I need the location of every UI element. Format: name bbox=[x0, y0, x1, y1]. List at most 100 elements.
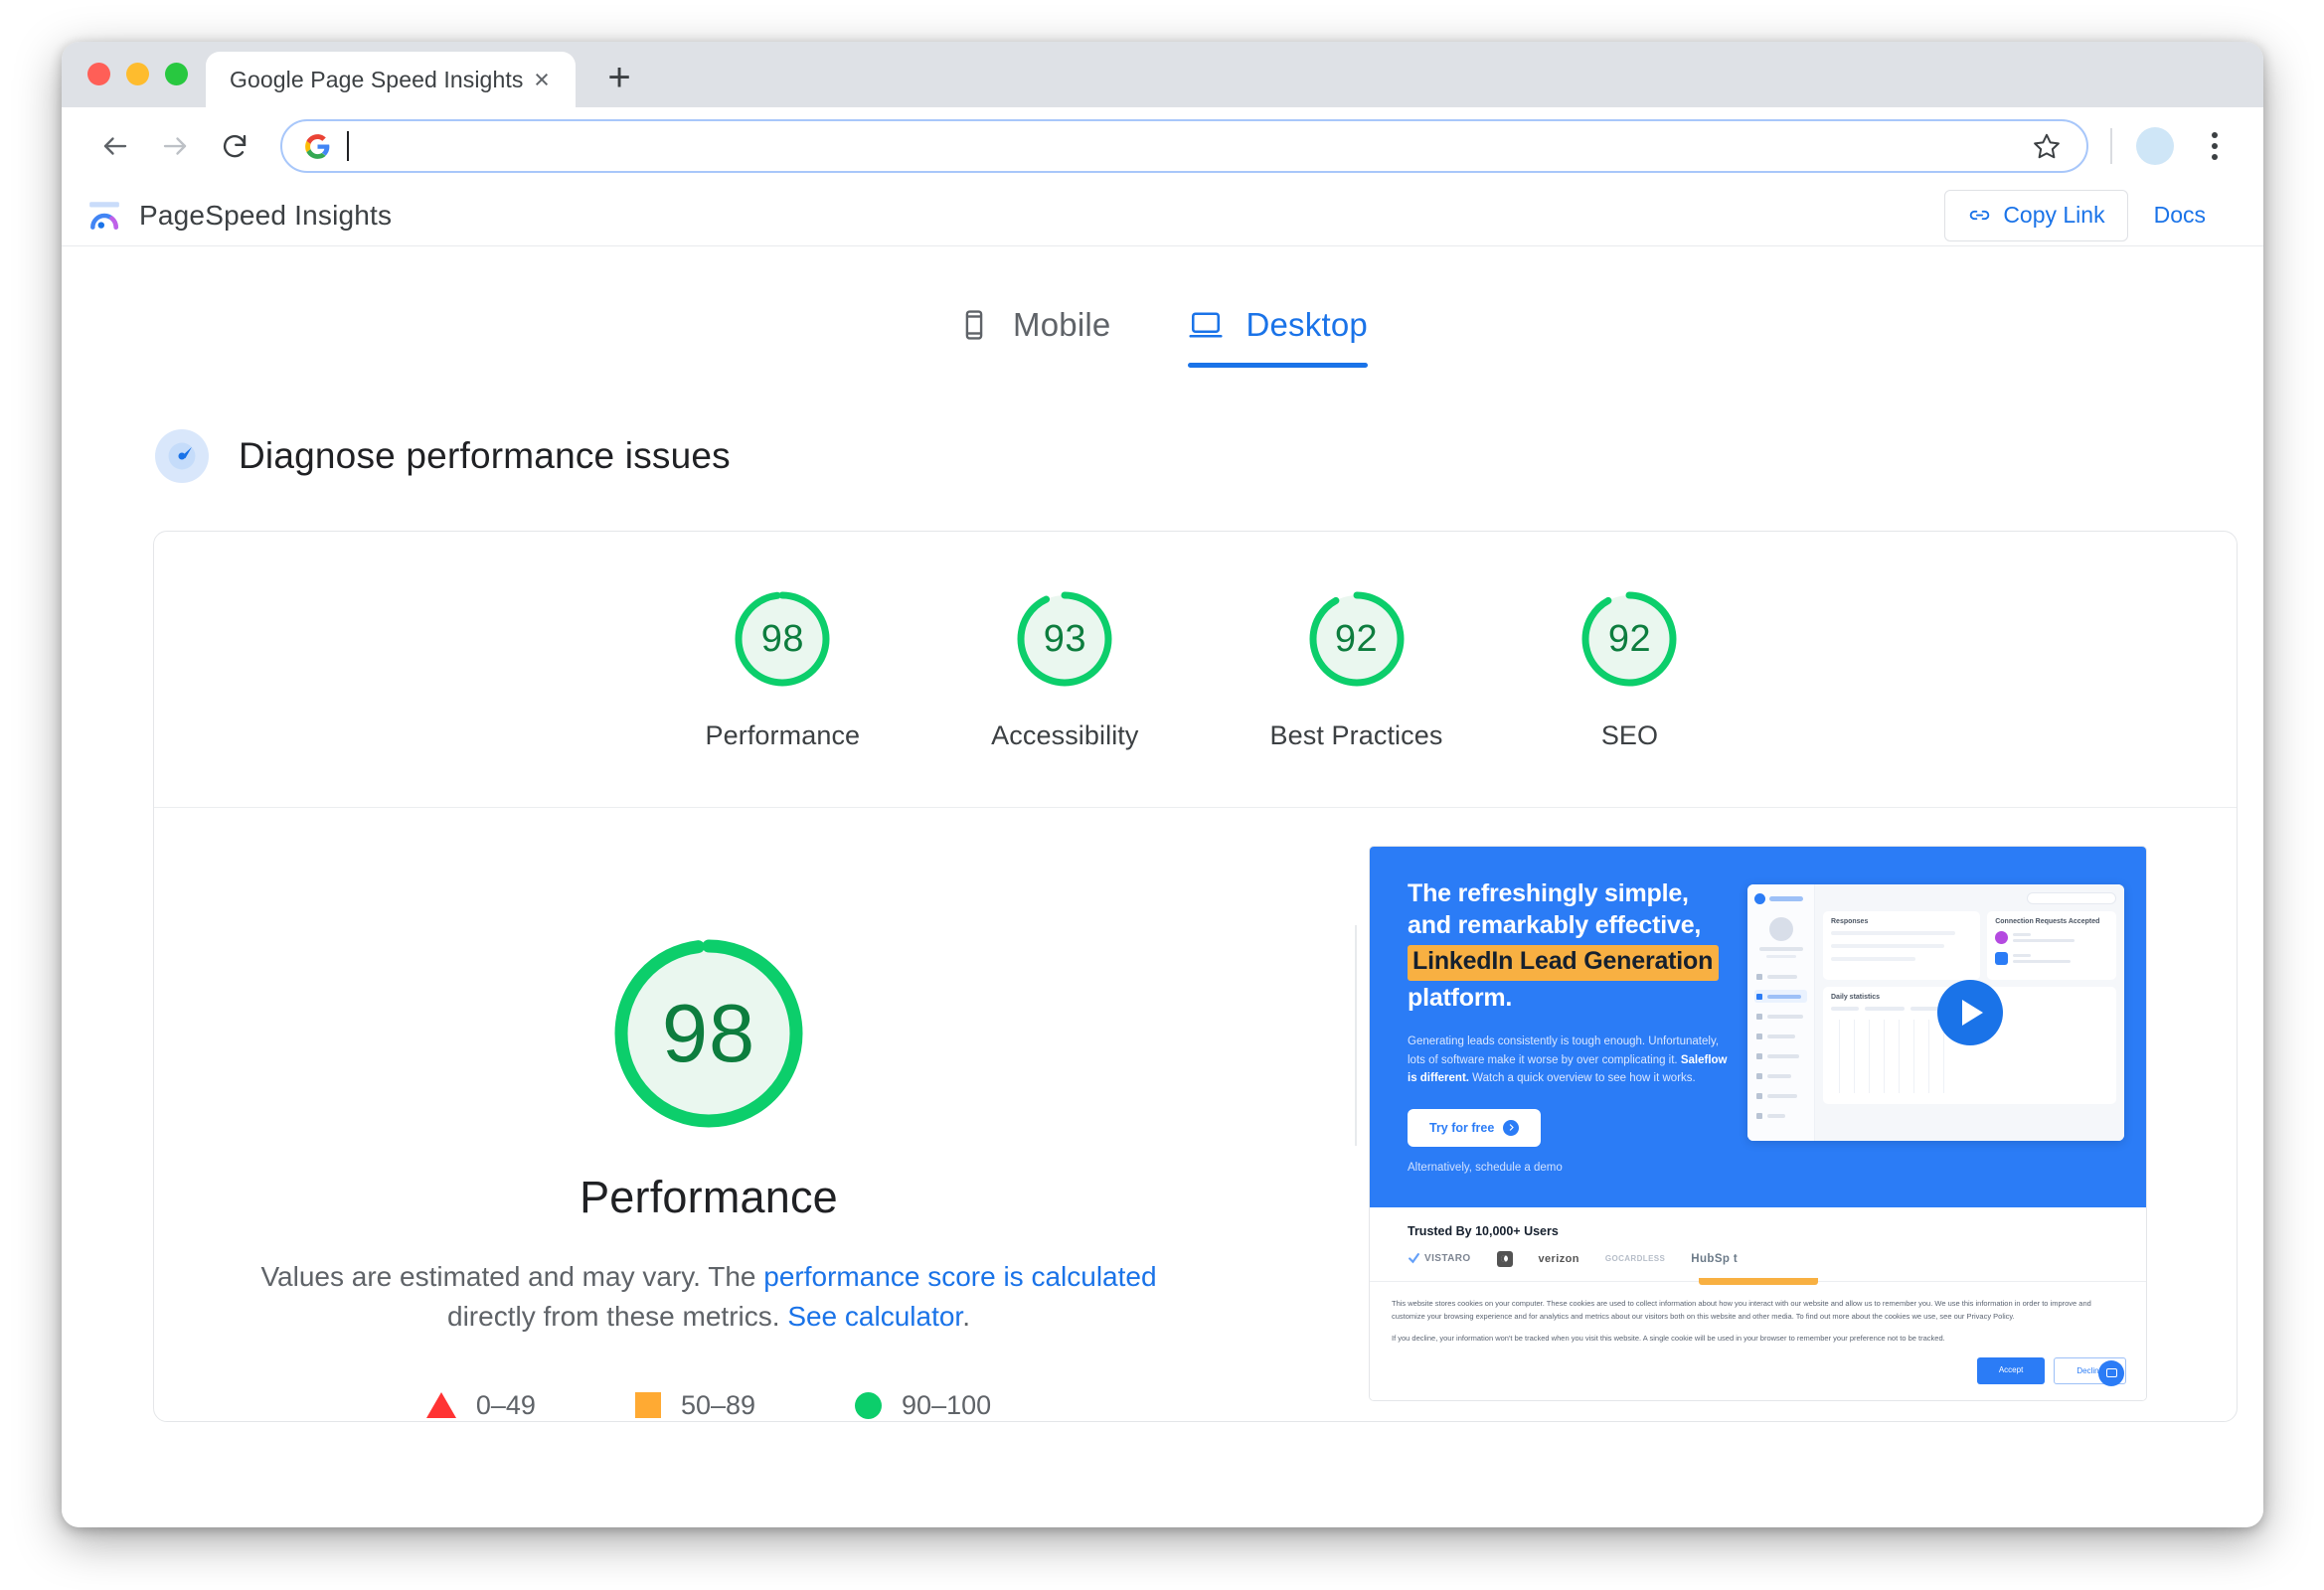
triangle-icon bbox=[425, 1392, 456, 1418]
mock-brand bbox=[1754, 893, 1807, 904]
score-summary-strip: 98 Performance 93 Accessibility 92 Best … bbox=[154, 532, 2237, 808]
text-cursor bbox=[347, 131, 349, 161]
legend-item-poor: 0–49 bbox=[425, 1389, 536, 1421]
mock-user-name bbox=[1758, 947, 1803, 951]
logo-vistaro-label: VISTARO bbox=[1424, 1253, 1471, 1265]
diagnose-section-header: Diagnose performance issues bbox=[62, 368, 2263, 483]
mock-nav-item bbox=[1754, 970, 1807, 983]
mock-card-requests-title: Connection Requests Accepted bbox=[1995, 918, 2100, 925]
header-actions: Copy Link Docs bbox=[1944, 189, 2228, 241]
ad-hero: The refreshingly simple, and remarkably … bbox=[1370, 847, 2146, 1207]
mock-request-row bbox=[1995, 952, 2108, 965]
results-card: 98 Performance 93 Accessibility 92 Best … bbox=[153, 531, 2238, 1422]
performance-description: Values are estimated and may vary. The p… bbox=[247, 1257, 1171, 1337]
speedometer-icon bbox=[155, 429, 209, 483]
mock-brand-name bbox=[1769, 896, 1803, 901]
score-item-best-practices[interactable]: 92 Best Practices bbox=[1270, 583, 1443, 751]
ad-headline-line-1: The refreshingly simple, bbox=[1408, 879, 1689, 907]
reload-icon[interactable] bbox=[207, 118, 262, 174]
mock-nav-item bbox=[1754, 1109, 1807, 1122]
mock-card-row: Responses Connection Requests Accepted bbox=[1823, 911, 2116, 980]
try-for-free-label: Try for free bbox=[1429, 1120, 1495, 1135]
forward-icon[interactable] bbox=[147, 118, 203, 174]
tab-desktop[interactable]: Desktop bbox=[1188, 306, 1369, 368]
see-calculator-link[interactable]: See calculator bbox=[787, 1301, 962, 1332]
minimize-window-button[interactable] bbox=[126, 63, 149, 85]
ad-headline-line-2: and remarkably effective, bbox=[1408, 910, 1702, 939]
ad-dashboard-mock: Responses Connection Requests Accepted D… bbox=[1738, 878, 2146, 1174]
close-tab-icon[interactable]: × bbox=[524, 62, 560, 97]
profile-avatar[interactable] bbox=[2136, 127, 2174, 165]
mock-brand-icon bbox=[1754, 893, 1765, 904]
mobile-icon bbox=[965, 310, 983, 340]
legend-label-poor: 0–49 bbox=[475, 1389, 536, 1420]
trust-title: Trusted By 10,000+ Users bbox=[1408, 1223, 1559, 1238]
score-legend: 0–49 50–89 90–100 bbox=[425, 1389, 991, 1421]
logo-hubspot-label: HubSp t bbox=[1691, 1252, 1739, 1265]
ad-copy: The refreshingly simple, and remarkably … bbox=[1370, 878, 1738, 1174]
mock-nav-item bbox=[1754, 1030, 1807, 1042]
desktop-icon bbox=[1189, 312, 1224, 338]
score-item-accessibility[interactable]: 93 Accessibility bbox=[991, 583, 1138, 751]
schedule-demo-link[interactable]: Alternatively, schedule a demo bbox=[1408, 1162, 1738, 1174]
tab-desktop-label: Desktop bbox=[1245, 306, 1368, 343]
ad-body-2: Watch a quick overview to see how it wor… bbox=[1468, 1072, 1696, 1085]
new-tab-button[interactable]: + bbox=[595, 54, 643, 101]
desc-text-2: directly from these metrics. bbox=[447, 1300, 788, 1332]
score-item-performance[interactable]: 98 Performance bbox=[706, 583, 861, 751]
docs-link[interactable]: Docs bbox=[2132, 190, 2228, 241]
pagespeed-logo-icon bbox=[89, 201, 119, 230]
mock-nav-item-active bbox=[1754, 990, 1807, 1003]
performance-detail-section: 98 Performance Values are estimated and … bbox=[154, 808, 2237, 1421]
gauge-accessibility-label: Accessibility bbox=[991, 720, 1139, 750]
mock-request-row bbox=[1995, 931, 2108, 944]
gauge-accessibility: 93 bbox=[1009, 583, 1120, 695]
mock-sidebar bbox=[1747, 884, 1815, 1141]
check-icon bbox=[1409, 1253, 1419, 1264]
try-for-free-button[interactable]: Try for free bbox=[1408, 1108, 1542, 1147]
tab-mobile[interactable]: Mobile bbox=[957, 306, 1110, 368]
copy-link-button[interactable]: Copy Link bbox=[1944, 189, 2128, 241]
browser-window: Google Page Speed Insights × + PageSpeed… bbox=[62, 42, 2263, 1527]
ad-headline-line-3: platform. bbox=[1408, 983, 1513, 1012]
back-icon[interactable] bbox=[87, 118, 143, 174]
mock-nav-item bbox=[1754, 1069, 1807, 1082]
maximize-window-button[interactable] bbox=[165, 63, 188, 85]
logo-verizon: verizon bbox=[1539, 1253, 1579, 1265]
play-button-icon[interactable] bbox=[1936, 980, 2003, 1045]
gauge-performance-large: 98 bbox=[600, 925, 817, 1142]
desc-text-3: . bbox=[962, 1300, 970, 1332]
cookie-paragraph-1: This website stores cookies on your comp… bbox=[1392, 1298, 2091, 1321]
section-divider bbox=[1355, 925, 1357, 1146]
score-item-seo[interactable]: 92 SEO bbox=[1574, 583, 1685, 751]
ad-trust-strip: Trusted By 10,000+ Users VISTARO verizon… bbox=[1370, 1206, 2146, 1282]
product-brand[interactable]: PageSpeed Insights bbox=[87, 199, 392, 233]
ad-screenshot-frame[interactable]: The refreshingly simple, and remarkably … bbox=[1369, 846, 2147, 1401]
browser-tab[interactable]: Google Page Speed Insights × bbox=[206, 52, 576, 107]
browser-toolbar bbox=[62, 107, 2263, 185]
gauge-seo: 92 bbox=[1574, 583, 1685, 695]
browser-menu-icon[interactable] bbox=[2192, 123, 2238, 169]
logo-gocardless: GOCARDLESS bbox=[1605, 1254, 1665, 1263]
tab-title: Google Page Speed Insights bbox=[230, 66, 524, 92]
logo-gocardless-label: GOCARDLESS bbox=[1604, 1254, 1666, 1264]
gauge-seo-value: 92 bbox=[1607, 617, 1652, 660]
legend-item-average: 50–89 bbox=[634, 1390, 755, 1421]
mock-main: Responses Connection Requests Accepted D… bbox=[1815, 884, 2124, 1141]
mock-card-responses: Responses bbox=[1823, 911, 1981, 980]
address-bar[interactable] bbox=[280, 119, 2088, 173]
gauge-seo-label: SEO bbox=[1600, 720, 1659, 750]
ad-body-1: Generating leads consistently is tough e… bbox=[1408, 1035, 1720, 1066]
cookie-accept-button[interactable]: Accept bbox=[1976, 1356, 2046, 1384]
gauge-performance-label: Performance bbox=[705, 720, 861, 750]
mock-nav-item bbox=[1754, 1089, 1807, 1102]
performance-score-link[interactable]: performance score is calculated bbox=[763, 1261, 1156, 1292]
chat-widget-icon[interactable] bbox=[2098, 1359, 2124, 1386]
ad-headline-highlight: LinkedIn Lead Generation bbox=[1408, 945, 1720, 981]
copy-link-label: Copy Link bbox=[2003, 202, 2105, 228]
dashboard-mock: Responses Connection Requests Accepted D… bbox=[1747, 884, 2124, 1141]
tab-strip: Google Page Speed Insights × + bbox=[62, 42, 2263, 107]
close-window-button[interactable] bbox=[87, 63, 110, 85]
bookmark-star-icon[interactable] bbox=[2027, 126, 2067, 166]
mock-avatar bbox=[1768, 917, 1793, 941]
